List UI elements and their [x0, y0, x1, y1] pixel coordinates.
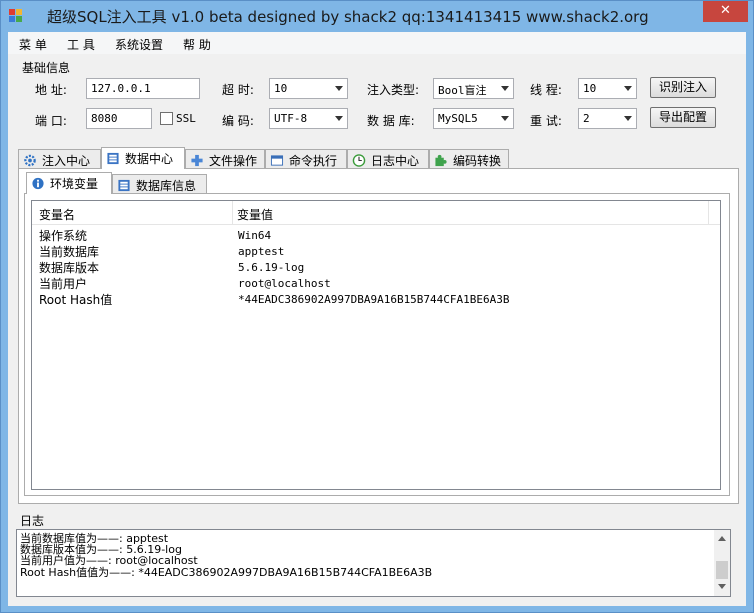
timeout-label: 超 时:	[222, 83, 254, 97]
menu-item-menu[interactable]: 菜 单	[19, 36, 47, 53]
ssl-checkbox[interactable]	[160, 112, 173, 125]
database-select[interactable]: MySQL5	[433, 108, 514, 129]
tab-label: 日志中心	[371, 154, 420, 168]
timeout-select[interactable]: 10	[269, 78, 348, 99]
info-icon	[32, 177, 44, 190]
chevron-down-icon	[335, 86, 343, 91]
scroll-up-arrow-icon[interactable]	[718, 536, 726, 541]
encoding-label: 编 码:	[222, 114, 254, 128]
row-name: 操作系统	[39, 229, 88, 243]
port-input[interactable]: 8080	[86, 108, 152, 129]
tab-file-operations[interactable]: 文件操作	[185, 149, 265, 169]
port-label: 端 口:	[35, 114, 67, 128]
row-name: Root Hash值	[39, 293, 113, 307]
row-value: Win64	[238, 229, 272, 242]
row-name: 当前数据库	[39, 245, 100, 259]
subtab-panel-environment: 变量名 变量值 操作系统 Win64 当前数据库 apptest 数据库版本 5…	[24, 193, 730, 496]
log-title: 日志	[20, 514, 45, 528]
app-icon	[9, 9, 23, 23]
client-area: 菜 单 工 具 系统设置 帮 助 基础信息 地 址: 127.0.0.1 超 时…	[8, 32, 746, 606]
subtab-label: 数据库信息	[136, 179, 197, 193]
chevron-down-icon	[624, 116, 632, 121]
app-window: 超级SQL注入工具 v1.0 beta designed by shack2 q…	[0, 0, 754, 613]
tab-label: 编码转换	[453, 154, 502, 168]
subtab-database-info[interactable]: 数据库信息	[112, 174, 207, 194]
address-input[interactable]: 127.0.0.1	[86, 78, 200, 99]
inject-type-label: 注入类型:	[367, 83, 420, 97]
log-scrollbar[interactable]	[714, 530, 730, 596]
chevron-down-icon	[335, 116, 343, 121]
tab-panel-data-center: 环境变量 数据库信息 变量名 变量值 操作系统 Win64 当前数据库 appt…	[18, 168, 739, 504]
inject-type-select[interactable]: Bool盲注	[433, 78, 514, 99]
database-value: MySQL5	[438, 112, 478, 125]
log-line: Root Hash值值为——: *44EADC386902A997DBA9A16…	[20, 566, 433, 579]
retry-value: 2	[583, 112, 590, 125]
address-label: 地 址:	[35, 83, 67, 97]
gear-icon	[24, 154, 36, 167]
tab-data-center[interactable]: 数据中心	[101, 147, 185, 169]
chevron-down-icon	[501, 86, 509, 91]
row-value: 5.6.19-log	[238, 261, 305, 274]
file-plus-icon	[191, 154, 203, 167]
menu-item-tools[interactable]: 工 具	[67, 36, 95, 53]
tab-log-center[interactable]: 日志中心	[347, 149, 429, 169]
chevron-down-icon	[624, 86, 632, 91]
log-textbox[interactable]: 当前数据库值为——: apptest 数据库版本值为——: 5.6.19-log…	[16, 529, 731, 597]
database-icon	[118, 179, 130, 192]
title-bar[interactable]: 超级SQL注入工具 v1.0 beta designed by shack2 q…	[1, 1, 753, 32]
threads-value: 10	[583, 82, 597, 95]
inject-type-value: Bool盲注	[438, 84, 487, 97]
ssl-label: SSL	[176, 112, 196, 125]
threads-label: 线 程:	[530, 83, 562, 97]
tab-label: 文件操作	[209, 154, 258, 168]
subtab-environment-variables[interactable]: 环境变量	[26, 172, 112, 194]
retry-label: 重 试:	[530, 114, 562, 128]
scroll-thumb[interactable]	[716, 561, 728, 579]
table-header: 变量名 变量值	[32, 201, 720, 225]
tab-command-execution[interactable]: 命令执行	[265, 149, 347, 169]
column-header-value[interactable]: 变量值	[237, 206, 273, 223]
row-value: *44EADC386902A997DBA9A16B15B744CFA1BE6A3…	[238, 293, 510, 306]
timeout-value: 10	[274, 82, 288, 95]
menu-bar: 菜 单 工 具 系统设置 帮 助	[8, 32, 746, 54]
subtab-label: 环境变量	[50, 177, 99, 191]
scroll-down-arrow-icon[interactable]	[718, 584, 726, 589]
tab-label: 命令执行	[289, 154, 338, 168]
log-line: 当前用户值为——: root@localhost	[20, 554, 198, 567]
menu-item-settings[interactable]: 系统设置	[115, 36, 163, 53]
terminal-window-icon	[270, 155, 284, 166]
clock-icon	[352, 154, 366, 167]
identify-injection-button[interactable]: 识别注入	[650, 77, 716, 98]
retry-select[interactable]: 2	[578, 108, 637, 129]
basic-info-title: 基础信息	[22, 61, 71, 75]
row-name: 当前用户	[39, 277, 88, 291]
encoding-select[interactable]: UTF-8	[269, 108, 348, 129]
tab-encoding-convert[interactable]: 编码转换	[429, 149, 509, 169]
database-icon	[107, 152, 119, 165]
row-value: apptest	[238, 245, 285, 258]
env-variables-table[interactable]: 变量名 变量值 操作系统 Win64 当前数据库 apptest 数据库版本 5…	[31, 200, 721, 490]
database-label: 数 据 库:	[367, 114, 415, 128]
tab-injection-center[interactable]: 注入中心	[18, 149, 101, 169]
column-divider[interactable]	[708, 201, 709, 225]
tab-label: 注入中心	[42, 154, 91, 168]
row-value: root@localhost	[238, 277, 331, 290]
encoding-value: UTF-8	[274, 112, 308, 125]
chevron-down-icon	[501, 116, 509, 121]
menu-item-help[interactable]: 帮 助	[183, 36, 211, 53]
close-button[interactable]: ✕	[703, 1, 748, 22]
row-name: 数据库版本	[39, 261, 100, 275]
column-header-name[interactable]: 变量名	[39, 206, 75, 223]
export-config-button[interactable]: 导出配置	[650, 107, 716, 128]
tab-label: 数据中心	[125, 152, 174, 166]
threads-select[interactable]: 10	[578, 78, 637, 99]
window-title: 超级SQL注入工具 v1.0 beta designed by shack2 q…	[47, 8, 649, 26]
column-divider[interactable]	[232, 201, 233, 225]
puzzle-icon	[435, 154, 447, 167]
